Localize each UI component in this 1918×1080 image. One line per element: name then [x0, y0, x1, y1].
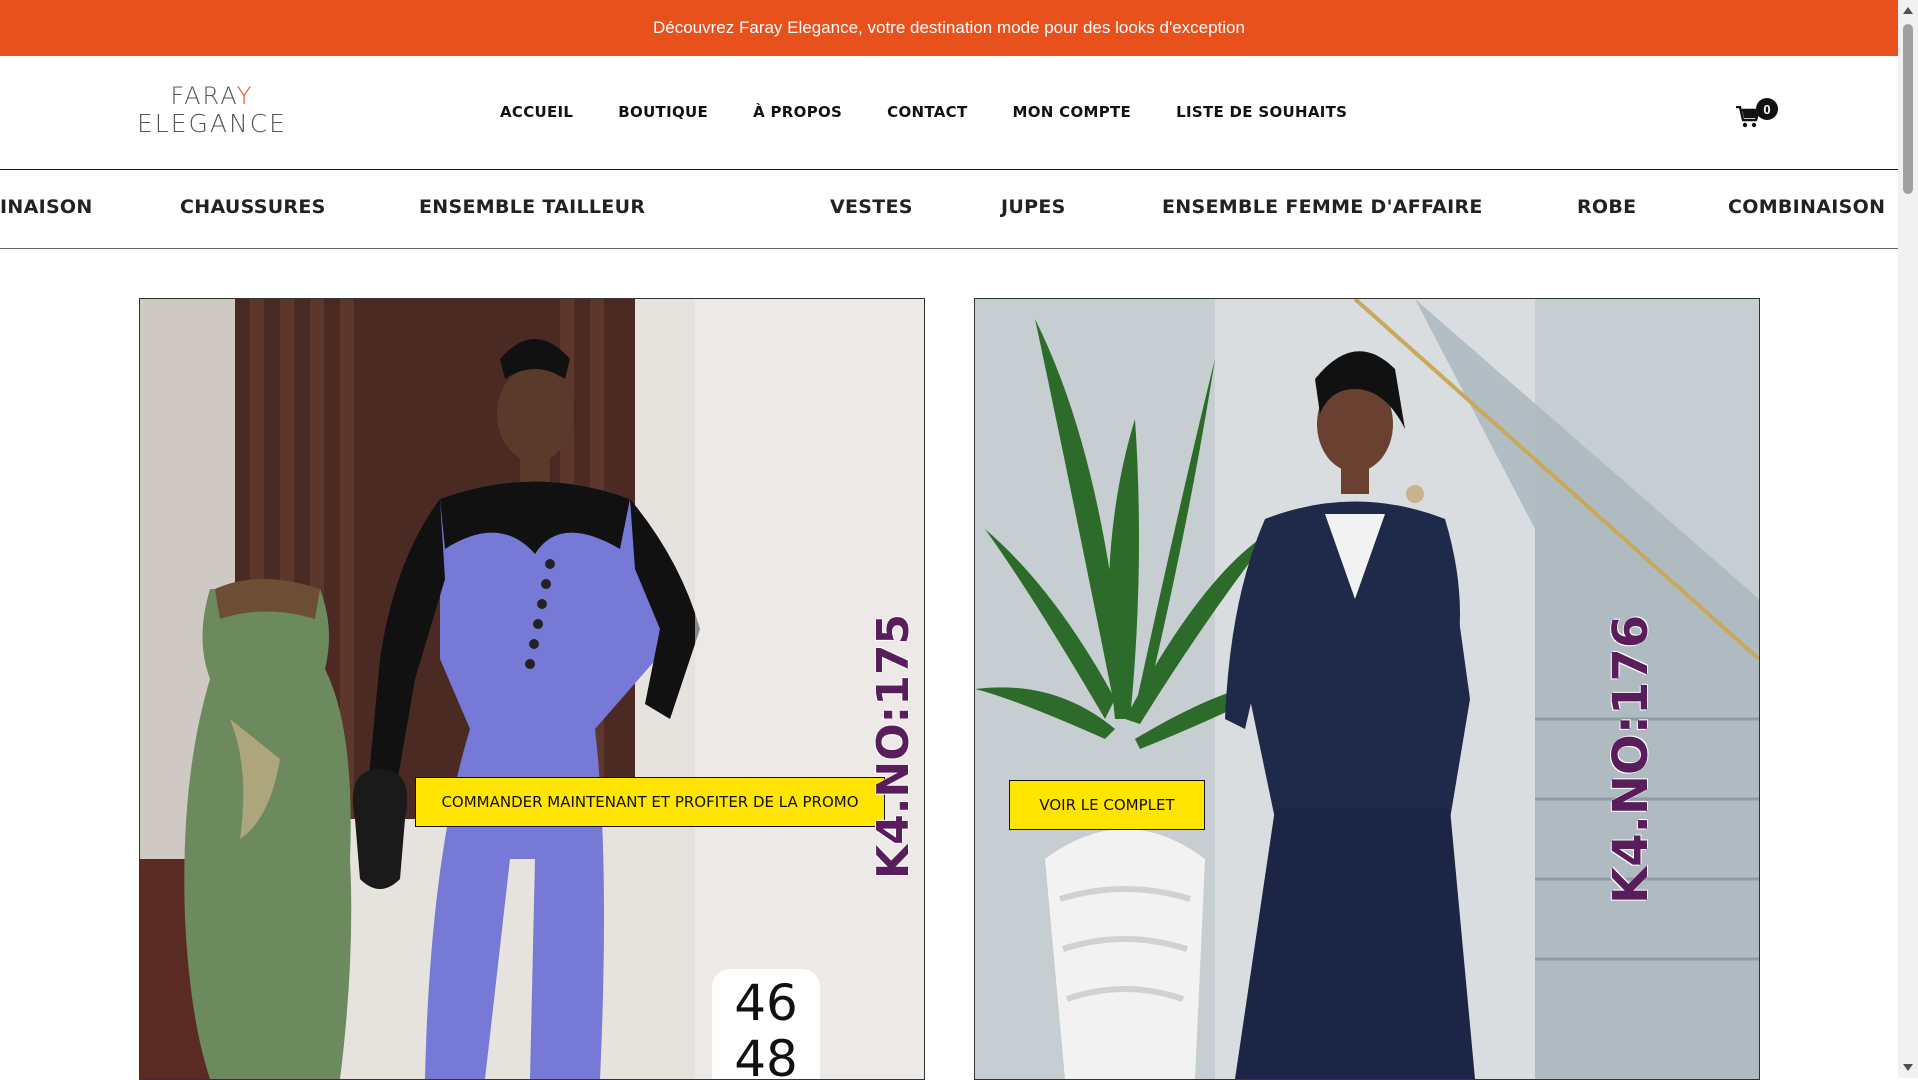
category-item-ensemble-femme-daffaire[interactable]: ENSEMBLE FEMME D'AFFAIRE	[1162, 196, 1483, 218]
promo-banner: Découvrez Faray Elegance, votre destinat…	[0, 0, 1898, 56]
cart-button[interactable]: 0	[1736, 98, 1778, 132]
scroll-up-arrow-icon[interactable]	[1903, 7, 1913, 14]
product-photo	[140, 299, 924, 1079]
site-header: FARAY ELEGANCE ACCUEIL BOUTIQUE À PROPOS…	[0, 56, 1898, 171]
main-navigation: ACCUEIL BOUTIQUE À PROPOS CONTACT MON CO…	[500, 103, 1347, 121]
size-label: 46 48	[712, 969, 820, 1080]
category-item-vestes[interactable]: VESTES	[830, 196, 913, 218]
category-item-combinaison-partial[interactable]: INAISON	[0, 196, 93, 218]
nav-item-boutique[interactable]: BOUTIQUE	[618, 103, 708, 121]
site-logo[interactable]: FARAY ELEGANCE	[136, 82, 288, 138]
nav-item-accueil[interactable]: ACCUEIL	[500, 103, 573, 121]
nav-item-a-propos[interactable]: À PROPOS	[753, 103, 842, 121]
view-outfit-button[interactable]: VOIR LE COMPLET	[1009, 780, 1205, 830]
size-value: 48	[734, 1030, 798, 1080]
category-item-chaussures[interactable]: CHAUSSURES	[180, 196, 326, 218]
scrollbar-thumb[interactable]	[1903, 24, 1913, 194]
logo-text-main: FARA	[170, 82, 237, 110]
category-item-ensemble-tailleur[interactable]: ENSEMBLE TAILLEUR	[419, 196, 645, 218]
category-marquee: INAISON CHAUSSURES ENSEMBLE TAILLEUR VES…	[0, 170, 1898, 249]
product-reference: K4.NO:176	[1603, 614, 1659, 904]
nav-item-mon-compte[interactable]: MON COMPTE	[1012, 103, 1131, 121]
category-item-robe[interactable]: ROBE	[1577, 196, 1636, 218]
product-card[interactable]: VOIR LE COMPLET K4.NO:176	[974, 298, 1760, 1080]
nav-item-liste-de-souhaits[interactable]: LISTE DE SOUHAITS	[1176, 103, 1347, 121]
nav-item-contact[interactable]: CONTACT	[887, 103, 967, 121]
cart-count-badge: 0	[1756, 98, 1778, 120]
product-card[interactable]: COMMANDER MAINTENANT ET PROFITER DE LA P…	[139, 298, 925, 1080]
product-reference: K4.NO:175	[868, 613, 919, 879]
logo-text-accent: Y	[236, 82, 254, 110]
size-value: 46	[734, 974, 798, 1032]
page-scrollbar[interactable]	[1898, 0, 1918, 1078]
order-now-button[interactable]: COMMANDER MAINTENANT ET PROFITER DE LA P…	[415, 777, 885, 827]
logo-text-secondary: ELEGANCE	[137, 109, 287, 138]
promo-text: Découvrez Faray Elegance, votre destinat…	[653, 18, 1245, 37]
category-item-jupes[interactable]: JUPES	[1001, 196, 1066, 218]
scroll-down-arrow-icon[interactable]	[1903, 1064, 1913, 1071]
category-item-combinaison[interactable]: COMBINAISON	[1728, 196, 1885, 218]
